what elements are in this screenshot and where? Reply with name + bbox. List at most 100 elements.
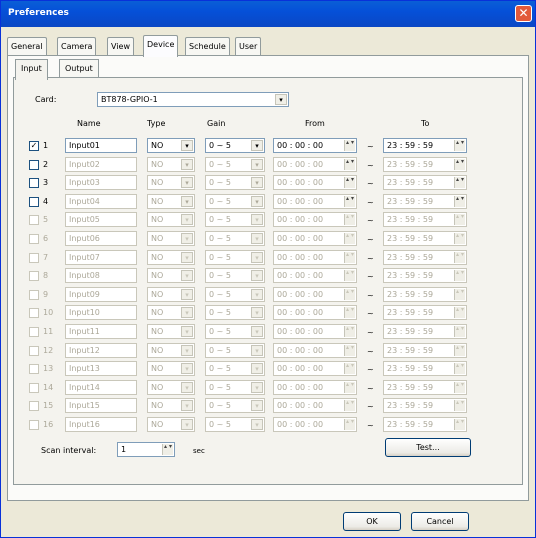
row-name-input[interactable]: Input03 [65, 175, 137, 190]
row-from-time[interactable]: 00 : 00 : 00 ▴ ▾ [273, 398, 357, 413]
row-to-time[interactable]: 23 : 59 : 59 ▴ ▾ [383, 287, 467, 302]
row-to-time[interactable]: 23 : 59 : 59 ▴ ▾ [383, 268, 467, 283]
tab-device[interactable]: Device [143, 35, 179, 57]
row-enable-checkbox[interactable] [29, 420, 39, 430]
row-from-time[interactable]: 00 : 00 : 00 ▴ ▾ [273, 287, 357, 302]
row-name-input[interactable]: Input10 [65, 305, 137, 320]
spin-arrows-icon[interactable]: ▴ ▾ [344, 270, 355, 281]
row-enable-checkbox[interactable] [29, 253, 39, 263]
spin-arrows-icon[interactable]: ▴ ▾ [454, 307, 465, 318]
row-to-time[interactable]: 23 : 59 : 59 ▴ ▾ [383, 343, 467, 358]
row-name-input[interactable]: Input08 [65, 268, 137, 283]
spin-arrows-icon[interactable]: ▴ ▾ [454, 177, 465, 188]
row-type-select[interactable]: NO ▾ [147, 287, 195, 302]
row-type-select[interactable]: NO ▾ [147, 417, 195, 432]
spin-arrows-icon[interactable]: ▴ ▾ [454, 270, 465, 281]
tab-view[interactable]: View [107, 37, 134, 56]
spin-arrows-icon[interactable]: ▴ ▾ [454, 382, 465, 393]
row-type-select[interactable]: NO ▾ [147, 380, 195, 395]
row-type-select[interactable]: NO ▾ [147, 305, 195, 320]
row-to-time[interactable]: 23 : 59 : 59 ▴ ▾ [383, 138, 467, 153]
row-gain-select[interactable]: 0 ~ 5 ▾ [205, 250, 265, 265]
row-type-select[interactable]: NO ▾ [147, 212, 195, 227]
spin-arrows-icon[interactable]: ▴ ▾ [344, 289, 355, 300]
row-to-time[interactable]: 23 : 59 : 59 ▴ ▾ [383, 194, 467, 209]
spin-arrows-icon[interactable]: ▴ ▾ [454, 214, 465, 225]
row-to-time[interactable]: 23 : 59 : 59 ▴ ▾ [383, 175, 467, 190]
row-name-input[interactable]: Input14 [65, 380, 137, 395]
row-name-input[interactable]: Input04 [65, 194, 137, 209]
spin-arrows-icon[interactable]: ▴ ▾ [454, 289, 465, 300]
row-to-time[interactable]: 23 : 59 : 59 ▴ ▾ [383, 157, 467, 172]
cancel-button[interactable]: Cancel [411, 512, 469, 531]
row-gain-select[interactable]: 0 ~ 5 ▾ [205, 361, 265, 376]
row-type-select[interactable]: NO ▾ [147, 361, 195, 376]
ok-button[interactable]: OK [343, 512, 401, 531]
row-to-time[interactable]: 23 : 59 : 59 ▴ ▾ [383, 324, 467, 339]
row-from-time[interactable]: 00 : 00 : 00 ▴ ▾ [273, 138, 357, 153]
row-name-input[interactable]: Input02 [65, 157, 137, 172]
tab-general[interactable]: General [7, 37, 47, 56]
row-from-time[interactable]: 00 : 00 : 00 ▴ ▾ [273, 250, 357, 265]
spin-arrows-icon[interactable]: ▴ ▾ [454, 233, 465, 244]
row-to-time[interactable]: 23 : 59 : 59 ▴ ▾ [383, 250, 467, 265]
row-from-time[interactable]: 00 : 00 : 00 ▴ ▾ [273, 231, 357, 246]
row-to-time[interactable]: 23 : 59 : 59 ▴ ▾ [383, 212, 467, 227]
spin-arrows-icon[interactable]: ▴ ▾ [344, 140, 355, 151]
row-from-time[interactable]: 00 : 00 : 00 ▴ ▾ [273, 305, 357, 320]
row-to-time[interactable]: 23 : 59 : 59 ▴ ▾ [383, 305, 467, 320]
row-type-select[interactable]: NO ▾ [147, 231, 195, 246]
row-name-input[interactable]: Input15 [65, 398, 137, 413]
row-enable-checkbox[interactable] [29, 215, 39, 225]
spin-arrows-icon[interactable]: ▴ ▾ [344, 177, 355, 188]
spin-arrows-icon[interactable]: ▴ ▾ [344, 233, 355, 244]
row-type-select[interactable]: NO ▾ [147, 194, 195, 209]
row-enable-checkbox[interactable] [29, 160, 39, 170]
test-button[interactable]: Test... [385, 438, 471, 457]
row-gain-select[interactable]: 0 ~ 5 ▾ [205, 398, 265, 413]
row-name-input[interactable]: Input13 [65, 361, 137, 376]
spin-arrows-icon[interactable]: ▴ ▾ [344, 400, 355, 411]
row-type-select[interactable]: NO ▾ [147, 250, 195, 265]
row-enable-checkbox[interactable] [29, 271, 39, 281]
row-name-input[interactable]: Input09 [65, 287, 137, 302]
row-to-time[interactable]: 23 : 59 : 59 ▴ ▾ [383, 361, 467, 376]
spin-arrows-icon[interactable]: ▴ ▾ [344, 363, 355, 374]
tab-user[interactable]: User [235, 37, 262, 56]
row-type-select[interactable]: NO ▾ [147, 157, 195, 172]
row-from-time[interactable]: 00 : 00 : 00 ▴ ▾ [273, 361, 357, 376]
spin-arrows-icon[interactable]: ▴ ▾ [344, 159, 355, 170]
row-from-time[interactable]: 00 : 00 : 00 ▴ ▾ [273, 343, 357, 358]
row-enable-checkbox[interactable] [29, 290, 39, 300]
spin-arrows-icon[interactable]: ▴ ▾ [344, 326, 355, 337]
row-from-time[interactable]: 00 : 00 : 00 ▴ ▾ [273, 268, 357, 283]
row-to-time[interactable]: 23 : 59 : 59 ▴ ▾ [383, 380, 467, 395]
row-gain-select[interactable]: 0 ~ 5 ▾ [205, 417, 265, 432]
scan-interval-spinner[interactable]: 1 ▴ ▾ [117, 442, 175, 457]
spin-arrows-icon[interactable]: ▴ ▾ [454, 363, 465, 374]
row-enable-checkbox[interactable] [29, 178, 39, 188]
row-gain-select[interactable]: 0 ~ 5 ▾ [205, 287, 265, 302]
tab-schedule[interactable]: Schedule [185, 37, 230, 56]
row-enable-checkbox[interactable] [29, 234, 39, 244]
row-to-time[interactable]: 23 : 59 : 59 ▴ ▾ [383, 417, 467, 432]
row-type-select[interactable]: NO ▾ [147, 343, 195, 358]
row-to-time[interactable]: 23 : 59 : 59 ▴ ▾ [383, 398, 467, 413]
row-gain-select[interactable]: 0 ~ 5 ▾ [205, 268, 265, 283]
row-gain-select[interactable]: 0 ~ 5 ▾ [205, 305, 265, 320]
spin-arrows-icon[interactable]: ▴ ▾ [454, 140, 465, 151]
row-name-input[interactable]: Input01 [65, 138, 137, 153]
row-gain-select[interactable]: 0 ~ 5 ▾ [205, 343, 265, 358]
row-gain-select[interactable]: 0 ~ 5 ▾ [205, 157, 265, 172]
row-enable-checkbox[interactable] [29, 401, 39, 411]
subtab-output[interactable]: Output [59, 59, 99, 77]
row-name-input[interactable]: Input16 [65, 417, 137, 432]
spin-arrows-icon[interactable]: ▴ ▾ [454, 252, 465, 263]
row-from-time[interactable]: 00 : 00 : 00 ▴ ▾ [273, 157, 357, 172]
row-name-input[interactable]: Input07 [65, 250, 137, 265]
spin-arrows-icon[interactable]: ▴ ▾ [454, 400, 465, 411]
row-enable-checkbox[interactable]: ✓ [29, 141, 39, 151]
row-gain-select[interactable]: 0 ~ 5 ▾ [205, 194, 265, 209]
row-gain-select[interactable]: 0 ~ 5 ▾ [205, 380, 265, 395]
row-enable-checkbox[interactable] [29, 346, 39, 356]
